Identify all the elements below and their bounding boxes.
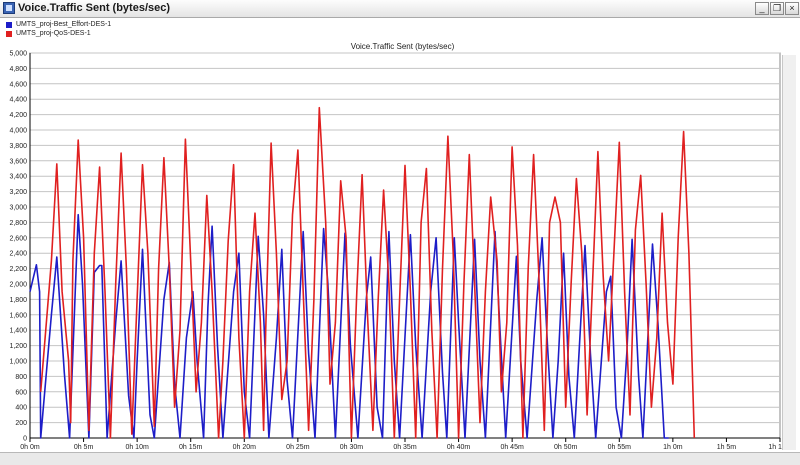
y-tick-label: 3,200 bbox=[9, 189, 27, 196]
x-tick-label: 0h 5m bbox=[74, 444, 94, 451]
y-tick-label: 1,000 bbox=[9, 359, 27, 366]
y-tick-label: 4,200 bbox=[9, 112, 27, 119]
x-tick-label: 0h 0m bbox=[20, 444, 40, 451]
y-tick-label: 2,200 bbox=[9, 266, 27, 273]
y-tick-label: 4,600 bbox=[9, 81, 27, 88]
y-tick-label: 5,000 bbox=[9, 51, 27, 58]
x-tick-label: 0h 55m bbox=[608, 444, 632, 451]
y-tick-label: 400 bbox=[15, 405, 27, 412]
x-tick-label: 0h 10m bbox=[125, 444, 149, 451]
y-tick-label: 2,000 bbox=[9, 282, 27, 289]
plot-area bbox=[29, 52, 781, 439]
y-tick-label: 4,400 bbox=[9, 97, 27, 104]
y-tick-label: 3,600 bbox=[9, 158, 27, 165]
chart-plot: 0 200 400 600 800 1,000 1,200 1,400 1,600 1,800 2,… bbox=[9, 51, 791, 452]
horizontal-scrollbar[interactable] bbox=[0, 452, 800, 465]
x-tick-label: 0h 15m bbox=[179, 444, 203, 451]
y-tick-label: 800 bbox=[15, 374, 27, 381]
y-tick-label: 4,800 bbox=[9, 66, 27, 73]
y-tick-label: 200 bbox=[15, 420, 27, 427]
x-tick-label: 0h 25m bbox=[286, 444, 310, 451]
y-tick-label: 1,800 bbox=[9, 297, 27, 304]
x-tick-label: 1h 5m bbox=[717, 444, 737, 451]
y-tick-label: 3,400 bbox=[9, 174, 27, 181]
x-tick-label: 0h 40m bbox=[447, 444, 471, 451]
x-tick-label: 1h 0m bbox=[663, 444, 683, 451]
y-tick-label: 3,000 bbox=[9, 205, 27, 212]
y-tick-label: 3,800 bbox=[9, 143, 27, 150]
y-tick-label: 1,400 bbox=[9, 328, 27, 335]
y-tick-label: 0 bbox=[23, 436, 27, 443]
x-tick-label: 0h 35m bbox=[393, 444, 417, 451]
x-tick-label: 0h 50m bbox=[554, 444, 578, 451]
y-tick-label: 4,000 bbox=[9, 128, 27, 135]
x-tick-label: 0h 30m bbox=[340, 444, 364, 451]
x-tick-label: 0h 45m bbox=[500, 444, 524, 451]
x-tick-label: 0h 20m bbox=[233, 444, 257, 451]
y-tick-label: 2,800 bbox=[9, 220, 27, 227]
y-tick-label: 2,600 bbox=[9, 235, 27, 242]
y-tick-label: 1,600 bbox=[9, 312, 27, 319]
y-tick-label: 600 bbox=[15, 389, 27, 396]
vertical-scrollbar[interactable] bbox=[782, 55, 796, 450]
y-tick-label: 1,200 bbox=[9, 343, 27, 350]
y-tick-label: 2,400 bbox=[9, 251, 27, 258]
